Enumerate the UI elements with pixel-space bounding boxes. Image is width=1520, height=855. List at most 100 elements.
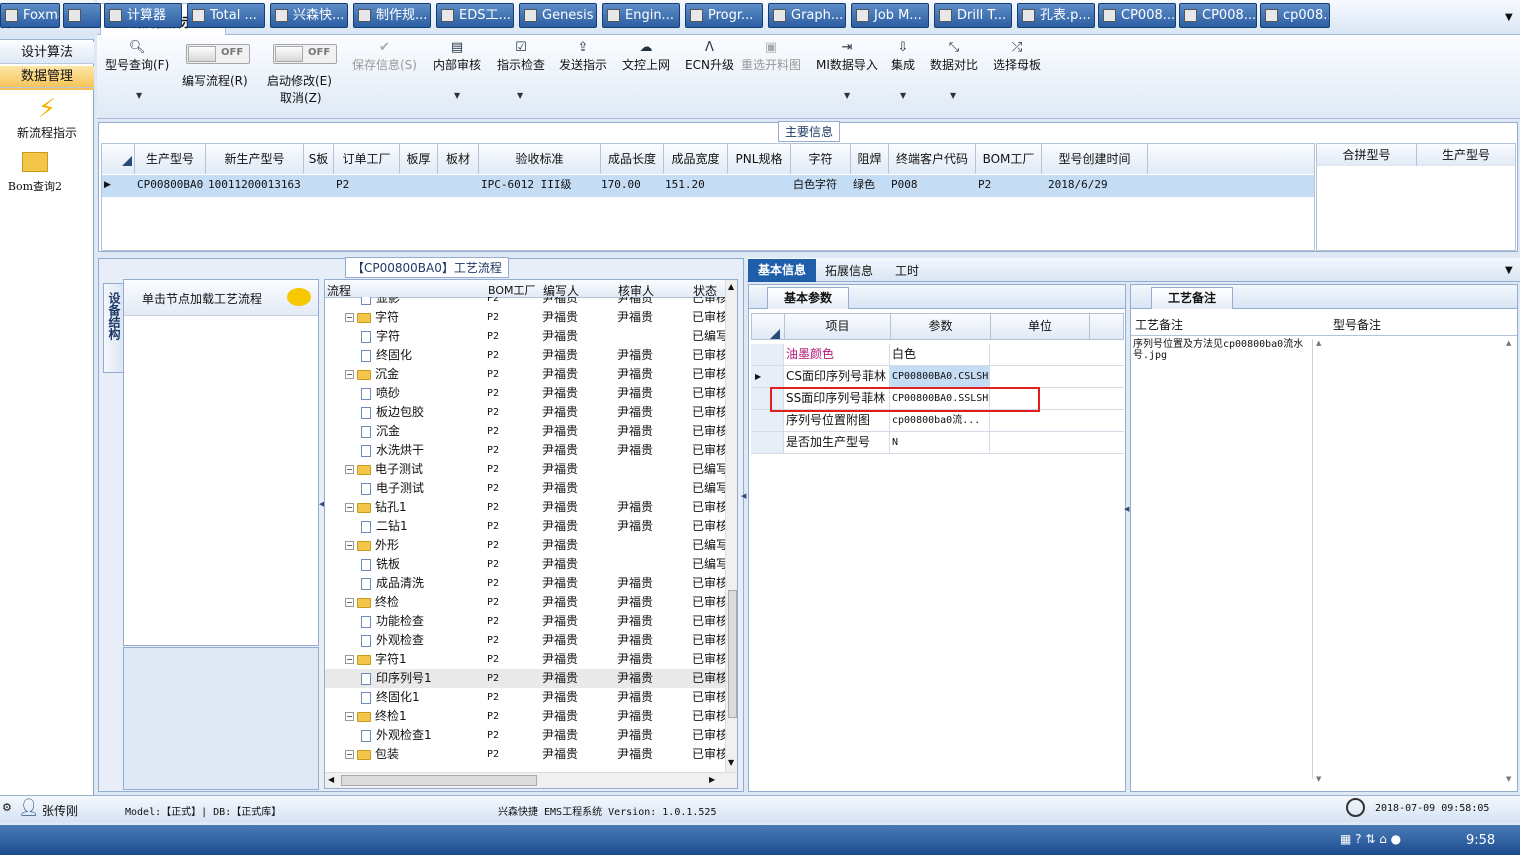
publish-online-button[interactable]: ☁ 文控上网 [622, 40, 670, 73]
tray-icons[interactable]: ▦ ? ⇅ ⌂ ● [1340, 832, 1401, 846]
dropdown-arrow-icon[interactable]: ▼ [900, 91, 906, 100]
col-merge-model[interactable]: 合拼型号 [1317, 144, 1417, 166]
flow-tree-row[interactable]: 功能检查 P2 尹福贵 尹福贵 已审核 [325, 612, 725, 631]
col-width[interactable]: 成品宽度 [664, 144, 728, 174]
scroll-left-icon[interactable]: ◀ [328, 775, 334, 784]
flow-tree-row[interactable]: − 钻孔1 P2 尹福贵 尹福贵 已审核 [325, 498, 725, 517]
mi-data-import-button[interactable]: ⇥ MI数据导入 [816, 40, 878, 73]
reselect-cutting-map-button[interactable]: ▣ 重选开料图 [741, 40, 801, 73]
col-solder-mask[interactable]: 阻焊 [851, 144, 889, 174]
flow-tree-row[interactable]: − 包装 P2 尹福贵 尹福贵 已审核 [325, 745, 725, 764]
tab-device-structure[interactable]: 设备结构 [103, 283, 123, 373]
collapse-node-icon[interactable]: − [345, 503, 354, 512]
dropdown-arrow-icon[interactable]: ▼ [136, 91, 142, 100]
flow-tree-row[interactable]: 沉金 P2 尹福贵 尹福贵 已审核 [325, 422, 725, 441]
tab-extended-info[interactable]: 拓展信息 [825, 262, 873, 279]
collapse-node-icon[interactable]: − [345, 712, 354, 721]
taskbar-button[interactable]: 制作规... [353, 3, 431, 28]
col-acceptance-standard[interactable]: 验收标准 [479, 144, 601, 174]
start-modify-toggle[interactable]: OFF [273, 44, 337, 64]
dropdown-arrow-icon[interactable]: ▼ [517, 91, 523, 100]
detail-dropdown-icon[interactable]: ▼ [1505, 265, 1513, 276]
taskbar-button[interactable]: 计算器 [104, 3, 182, 28]
collapse-node-icon[interactable]: − [345, 541, 354, 550]
col-board-thickness[interactable]: 板厚 [400, 144, 438, 174]
tab-basic-params[interactable]: 基本参数 [767, 287, 849, 309]
integrate-button[interactable]: ⇩ 集成 [891, 40, 915, 73]
param-row[interactable]: 是否加生产型号 N [751, 432, 1124, 454]
vertical-scroll-thumb[interactable] [728, 590, 737, 718]
taskbar-button[interactable]: Job M... [851, 3, 929, 28]
taskbar-button[interactable]: Total ... [187, 3, 265, 28]
process-remarks-text[interactable]: 序列号位置及方法见cp00800ba0流水号.jpg [1133, 339, 1313, 779]
flow-tree-row[interactable]: 显影 P2 尹福贵 尹福贵 已审核 [325, 297, 725, 308]
edit-flow-toggle[interactable]: OFF [186, 44, 250, 64]
model-remarks-text[interactable] [1331, 339, 1509, 779]
instruction-check-button[interactable]: ☑ 指示检查 [497, 40, 545, 73]
taskbar-button[interactable]: Foxmail [0, 3, 60, 28]
col-bom-factory[interactable]: BOM工厂 [976, 144, 1042, 174]
splitter-arrow-icon[interactable]: ◀ [741, 492, 746, 500]
param-row[interactable]: 油墨颜色 白色 [751, 344, 1124, 366]
flow-tree-row[interactable]: 二钻1 P2 尹福贵 尹福贵 已审核 [325, 517, 725, 536]
scroll-up-icon[interactable]: ▲ [728, 282, 734, 291]
collapse-node-icon[interactable]: − [345, 313, 354, 322]
taskbar-button[interactable]: 孔表.p... [1017, 3, 1095, 28]
collapse-node-icon[interactable]: − [345, 465, 354, 474]
model-query-button[interactable]: 🔍︎ 型号查询(F) [105, 40, 169, 73]
flow-tree-row[interactable]: 外观检查 P2 尹福贵 尹福贵 已审核 [325, 631, 725, 650]
col-side-production-model[interactable]: 生产型号 [1417, 144, 1515, 166]
flow-tree-row[interactable]: 终固化1 P2 尹福贵 尹福贵 已审核 [325, 688, 725, 707]
col-bom-factory[interactable]: BOM工厂 [488, 282, 536, 298]
flow-tree-row[interactable]: 电子测试 P2 尹福贵 已编写 [325, 479, 725, 498]
horizontal-scrollbar[interactable]: ◀ ▶ [325, 772, 737, 788]
col-pnl-spec[interactable]: PNL规格 [728, 144, 791, 174]
tab-basic-info[interactable]: 基本信息 [748, 259, 816, 282]
flow-tree-row[interactable]: − 终检1 P2 尹福贵 尹福贵 已审核 [325, 707, 725, 726]
flow-tree-row[interactable]: − 外形 P2 尹福贵 已编写 [325, 536, 725, 555]
table-row[interactable]: ▶ CP00800BA0 10011200013163 P2 IPC-6012 … [102, 175, 1314, 197]
dropdown-arrow-icon[interactable]: ▼ [844, 91, 850, 100]
dropdown-arrow-icon[interactable]: ▼ [950, 91, 956, 100]
flow-tree-row[interactable]: 成品清洗 P2 尹福贵 尹福贵 已审核 [325, 574, 725, 593]
col-s-board[interactable]: S板 [304, 144, 334, 174]
param-row[interactable]: ▶ CS面印序列号菲林 CP00800BA0.CSLSH [751, 366, 1124, 388]
flow-tree-row[interactable]: 喷砂 P2 尹福贵 尹福贵 已审核 [325, 384, 725, 403]
taskbar-button[interactable] [63, 3, 101, 28]
col-param[interactable]: 参数 [890, 314, 990, 339]
dropdown-arrow-icon[interactable]: ▼ [454, 91, 460, 100]
taskbar-button[interactable]: CP008... [1098, 3, 1176, 28]
tab-process-remarks[interactable]: 工艺备注 [1151, 287, 1233, 309]
ecn-upgrade-button[interactable]: Ʌ ECN升级 [685, 40, 734, 73]
taskbar-button[interactable]: 兴森快... [270, 3, 348, 28]
col-character[interactable]: 字符 [791, 144, 851, 174]
flow-tree-row[interactable]: 终固化 P2 尹福贵 尹福贵 已审核 [325, 346, 725, 365]
cancel-button[interactable]: 取消(Z) [280, 89, 322, 106]
col-create-time[interactable]: 型号创建时间 [1042, 144, 1148, 174]
flow-tree-row[interactable]: 铣板 P2 尹福贵 已编写 [325, 555, 725, 574]
flow-tree-row[interactable]: − 字符1 P2 尹福贵 尹福贵 已审核 [325, 650, 725, 669]
taskbar-button[interactable]: Genesis [519, 3, 597, 28]
taskbar-button[interactable]: Graph... [768, 3, 846, 28]
flow-tree-row[interactable]: 印序列号1 P2 尹福贵 尹福贵 已审核 [325, 669, 725, 688]
vertical-scrollbar[interactable]: ▲ ▼ [725, 280, 737, 772]
col-customer-code[interactable]: 终端客户代码 [889, 144, 976, 174]
col-production-model[interactable]: 生产型号 [135, 144, 206, 174]
taskbar-button[interactable]: Drill T... [934, 3, 1012, 28]
scroll-down-icon[interactable]: ▼ [728, 758, 734, 767]
flow-tree-row[interactable]: − 电子测试 P2 尹福贵 已编写 [325, 460, 725, 479]
col-new-production-model[interactable]: 新生产型号 [206, 144, 304, 174]
shortcut-bom-query[interactable]: Bom查询2 [0, 150, 70, 198]
collapse-node-icon[interactable]: − [345, 750, 354, 759]
collapse-node-icon[interactable]: − [345, 655, 354, 664]
nav-data-management[interactable]: 数据管理 [0, 66, 94, 88]
col-length[interactable]: 成品长度 [601, 144, 664, 174]
save-info-button[interactable]: ✔ 保存信息(S) [352, 40, 417, 73]
settings-icon[interactable]: ⚙ [2, 801, 12, 814]
horizontal-scroll-thumb[interactable] [341, 775, 537, 786]
flow-tree-row[interactable]: − 字符 P2 尹福贵 尹福贵 已审核 [325, 308, 725, 327]
flow-tree-row[interactable]: 板边包胶 P2 尹福贵 尹福贵 已审核 [325, 403, 725, 422]
taskbar-button[interactable]: CP008... [1179, 3, 1257, 28]
nav-design-algorithm[interactable]: 设计算法 [0, 42, 94, 64]
col-board-material[interactable]: 板材 [438, 144, 479, 174]
